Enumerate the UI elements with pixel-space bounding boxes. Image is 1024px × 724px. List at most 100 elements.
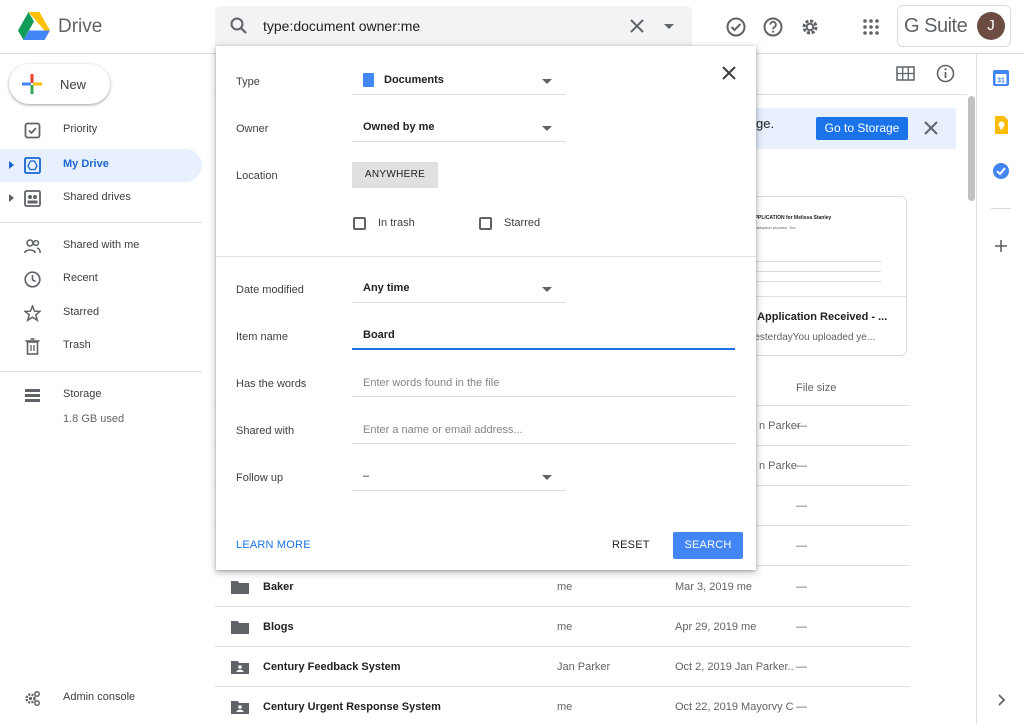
gear-icon[interactable] xyxy=(799,16,821,38)
gsuite-label: G Suite xyxy=(904,15,968,37)
sidebar-item-recent[interactable]: Recent xyxy=(0,263,202,296)
tasks-icon[interactable] xyxy=(992,162,1010,180)
search-icon[interactable] xyxy=(229,16,249,36)
file-name[interactable]: Century Urgent Response System xyxy=(263,701,441,713)
learn-more-link[interactable]: LEARN MORE xyxy=(236,539,311,551)
storage-icon xyxy=(25,389,40,402)
sidebar-item-priority[interactable]: Priority xyxy=(0,114,202,147)
sidebar-item-storage[interactable]: Storage xyxy=(0,379,202,412)
avatar[interactable]: J xyxy=(977,12,1005,40)
sidebar-item-label: Recent xyxy=(63,272,98,284)
trash-icon xyxy=(25,338,40,355)
file-size: — xyxy=(796,500,807,512)
partial-cell: n Parke xyxy=(759,460,797,472)
file-modified: Oct 22, 2019 Mayorvy C xyxy=(675,701,794,713)
shared-with-input[interactable] xyxy=(352,416,735,444)
folder-icon xyxy=(231,581,249,594)
file-name[interactable]: Blogs xyxy=(263,621,294,633)
app-name: Drive xyxy=(58,16,103,37)
file-size: — xyxy=(796,701,807,713)
caret-down-icon[interactable] xyxy=(659,16,679,36)
owner-select[interactable]: Owned by me xyxy=(352,114,566,142)
table-row[interactable]: Century Feedback System Jan Parker Oct 2… xyxy=(215,647,910,687)
has-words-input[interactable] xyxy=(352,369,735,397)
shared-with-label: Shared with xyxy=(236,425,295,437)
follow-up-value: – xyxy=(363,470,370,482)
document-icon xyxy=(363,73,374,87)
sidebar-item-my-drive[interactable]: My Drive xyxy=(0,149,202,182)
in-trash-label[interactable]: In trash xyxy=(378,217,415,229)
search-bar[interactable]: type:document owner:me xyxy=(215,6,692,46)
preview-rule xyxy=(741,261,881,262)
priority-icon xyxy=(24,122,41,139)
file-size: — xyxy=(796,661,807,673)
sidebar-item-shared-drives[interactable]: Shared drives xyxy=(0,182,202,215)
help-icon[interactable] xyxy=(762,16,784,38)
admin-gear-icon xyxy=(25,691,40,706)
rail-divider xyxy=(991,208,1011,209)
file-name[interactable]: Century Feedback System xyxy=(263,661,401,673)
keep-icon[interactable] xyxy=(992,116,1010,134)
shared-with-field[interactable] xyxy=(352,416,735,443)
location-label: Location xyxy=(236,170,278,182)
scrollbar-thumb[interactable] xyxy=(968,96,975,201)
partial-cell: n Parker xyxy=(759,420,801,432)
sidebar-divider xyxy=(0,371,202,372)
table-row[interactable]: Baker me Mar 3, 2019 me — xyxy=(215,567,910,607)
storage-used-text: 1.8 GB used xyxy=(63,413,125,425)
reset-button[interactable]: RESET xyxy=(612,539,650,551)
card-title: on Application Received - ... xyxy=(741,311,888,323)
follow-up-select[interactable]: – xyxy=(352,463,566,491)
add-icon[interactable] xyxy=(992,237,1010,255)
file-size: — xyxy=(796,581,807,593)
search-button[interactable]: SEARCH xyxy=(673,532,743,559)
starred-label[interactable]: Starred xyxy=(504,217,540,229)
panel-divider xyxy=(216,256,756,257)
search-query[interactable]: type:document owner:me xyxy=(263,18,420,34)
sidebar-item-label: My Drive xyxy=(63,158,109,170)
calendar-icon[interactable]: 31 xyxy=(992,69,1010,87)
file-owner: me xyxy=(557,581,573,593)
sidebar-item-trash[interactable]: Trash xyxy=(0,330,202,363)
file-owner: me xyxy=(557,621,573,633)
file-name[interactable]: Baker xyxy=(263,581,294,593)
table-row[interactable]: Century Urgent Response System me Oct 22… xyxy=(215,687,910,724)
in-trash-checkbox[interactable] xyxy=(353,217,366,230)
close-icon[interactable] xyxy=(922,119,940,137)
item-name-field[interactable] xyxy=(352,322,735,348)
preview-rule xyxy=(741,271,881,272)
has-words-field[interactable] xyxy=(352,369,735,396)
go-to-storage-button[interactable]: Go to Storage xyxy=(816,117,908,140)
item-name-input[interactable] xyxy=(352,322,735,350)
apps-grid-icon[interactable] xyxy=(860,16,882,38)
close-icon[interactable] xyxy=(720,64,738,82)
check-circle-icon[interactable] xyxy=(725,16,747,38)
new-button[interactable]: New xyxy=(9,64,110,104)
date-modified-select[interactable]: Any time xyxy=(352,275,566,303)
caret-right-icon[interactable] xyxy=(9,194,14,202)
close-icon[interactable] xyxy=(627,16,647,36)
shared-with-me-icon xyxy=(24,239,41,254)
sidebar-item-label: Priority xyxy=(63,123,98,135)
sidebar-item-admin-console[interactable]: Admin console xyxy=(0,682,202,715)
starred-checkbox[interactable] xyxy=(479,217,492,230)
file-size-column-header[interactable]: File size xyxy=(796,382,836,394)
has-words-label: Has the words xyxy=(236,378,307,390)
chevron-right-icon[interactable] xyxy=(992,691,1010,709)
sidebar-item-label: Shared with me xyxy=(63,239,140,251)
info-icon[interactable] xyxy=(936,64,955,83)
drive-logo-icon[interactable] xyxy=(18,12,50,40)
location-anywhere-button[interactable]: ANYWHERE xyxy=(352,162,438,188)
file-owner: Jan Parker xyxy=(557,661,611,673)
shared-drives-icon xyxy=(24,190,41,207)
table-row[interactable]: Blogs me Apr 29, 2019 me — xyxy=(215,607,910,647)
type-label: Type xyxy=(236,76,260,88)
banner-text: ge. xyxy=(756,116,775,131)
type-select[interactable]: Documents xyxy=(352,67,566,95)
caret-right-icon[interactable] xyxy=(9,161,14,169)
svg-text:31: 31 xyxy=(997,78,1005,85)
sidebar-item-shared-with-me[interactable]: Shared with me xyxy=(0,230,202,263)
grid-view-icon[interactable] xyxy=(896,65,915,82)
sidebar-item-starred[interactable]: Starred xyxy=(0,297,202,330)
account-switcher[interactable]: G Suite J xyxy=(897,5,1011,47)
